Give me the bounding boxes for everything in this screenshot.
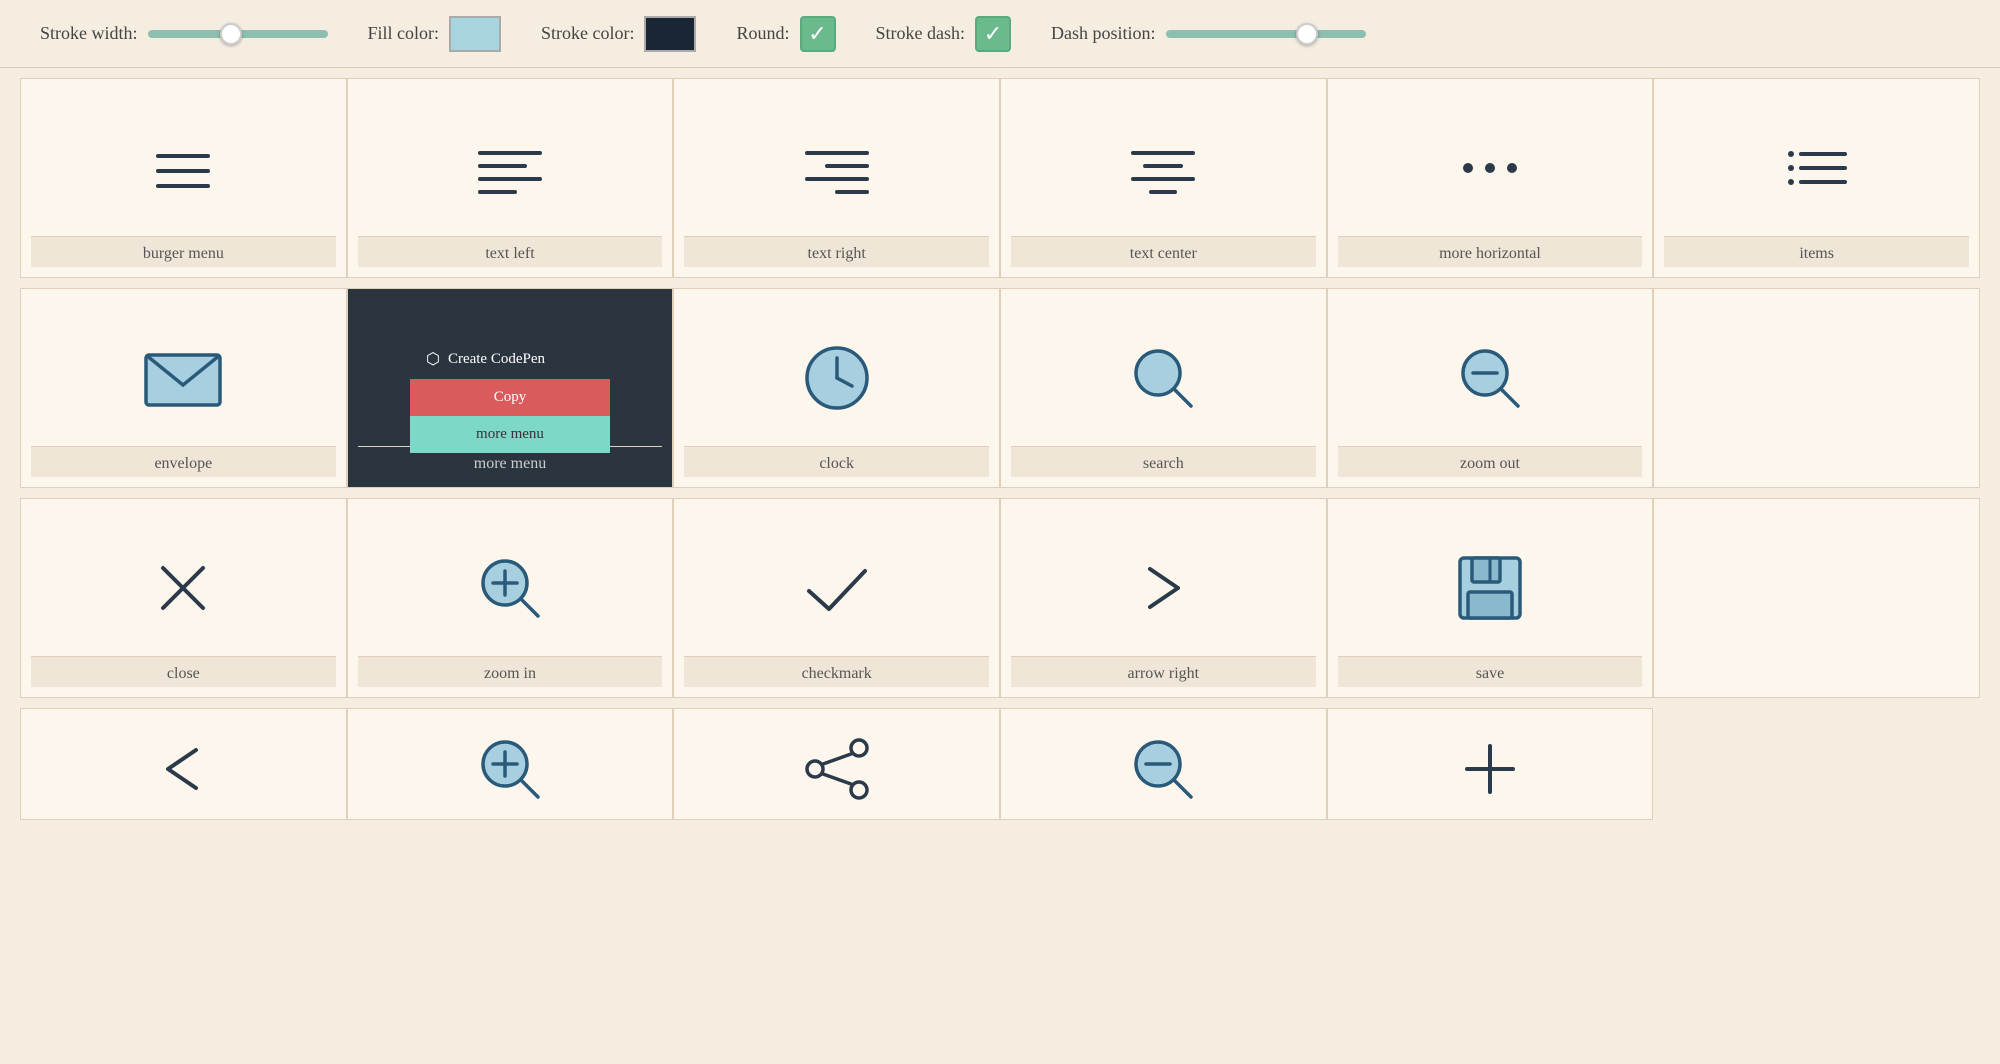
zoom-out-visual xyxy=(1338,309,1643,446)
icon-cell-zoom-out[interactable]: zoom out xyxy=(1327,288,1654,488)
items-label: items xyxy=(1664,236,1969,267)
text-left-visual xyxy=(358,99,663,236)
clock-label: clock xyxy=(684,446,989,477)
codepen-icon: ⬡ xyxy=(426,349,440,369)
icon-cell-arrow-left[interactable] xyxy=(20,708,347,820)
burger-menu-label: burger menu xyxy=(31,236,336,267)
clock-visual xyxy=(684,309,989,446)
icon-grid-row4 xyxy=(0,708,2000,830)
icon-cell-text-left[interactable]: text left xyxy=(347,78,674,278)
icon-grid-row3: close zoom in checkmark arrow ri xyxy=(0,498,2000,708)
create-codepen-label: Create CodePen xyxy=(448,351,545,368)
icon-cell-zoom-out-2[interactable] xyxy=(1000,708,1327,820)
icon-cell-close[interactable]: close xyxy=(20,498,347,698)
search-visual xyxy=(1011,309,1316,446)
share-visual xyxy=(684,729,989,809)
envelope-visual xyxy=(31,309,336,446)
icon-grid-row2: envelope ⬡ Create CodePen Copy more menu… xyxy=(0,288,2000,498)
icon-cell-text-center[interactable]: text center xyxy=(1000,78,1327,278)
stroke-dash-check-icon: ✓ xyxy=(984,23,1002,45)
items-visual xyxy=(1664,99,1969,236)
icon-cell-burger-menu[interactable]: burger menu xyxy=(20,78,347,278)
icon-cell-checkmark[interactable]: checkmark xyxy=(673,498,1000,698)
arrow-right-label: arrow right xyxy=(1011,656,1316,687)
context-menu: ⬡ Create CodePen Copy more menu xyxy=(410,339,610,453)
checkmark-label: checkmark xyxy=(684,656,989,687)
fill-color-control: Fill color: xyxy=(368,16,502,52)
icon-grid-row1: burger menu text left text right xyxy=(0,68,2000,288)
icon-cell-more-menu[interactable]: ⬡ Create CodePen Copy more menu more men… xyxy=(347,288,674,488)
empty-label xyxy=(1664,465,1969,477)
close-visual xyxy=(31,519,336,656)
icon-cell-share[interactable] xyxy=(673,708,1000,820)
icon-cell-text-right[interactable]: text right xyxy=(673,78,1000,278)
zoom-out-label: zoom out xyxy=(1338,446,1643,477)
icon-cell-empty xyxy=(1653,288,1980,488)
arrow-left-visual xyxy=(31,729,336,809)
toolbar: Stroke width: Fill color: Stroke color: … xyxy=(0,0,2000,68)
icon-cell-empty2 xyxy=(1653,498,1980,698)
more-horizontal-visual xyxy=(1338,99,1643,236)
icon-cell-zoom-in[interactable]: zoom in xyxy=(347,498,674,698)
stroke-width-slider[interactable] xyxy=(148,30,328,38)
icon-cell-arrow-right[interactable]: arrow right xyxy=(1000,498,1327,698)
search-label: search xyxy=(1011,446,1316,477)
icon-cell-envelope[interactable]: envelope xyxy=(20,288,347,488)
text-left-label: text left xyxy=(358,236,663,267)
stroke-width-control: Stroke width: xyxy=(40,23,328,44)
stroke-color-box[interactable] xyxy=(644,16,696,52)
arrow-right-visual xyxy=(1011,519,1316,656)
dash-position-control: Dash position: xyxy=(1051,23,1366,44)
icon-cell-more-horizontal[interactable]: more horizontal xyxy=(1327,78,1654,278)
dash-position-slider[interactable] xyxy=(1166,30,1366,38)
fill-color-box[interactable] xyxy=(449,16,501,52)
icon-cell-clock[interactable]: clock xyxy=(673,288,1000,488)
zoom-out-2-visual xyxy=(1011,729,1316,809)
stroke-dash-checkbox[interactable]: ✓ xyxy=(975,16,1011,52)
text-right-visual xyxy=(684,99,989,236)
stroke-color-control: Stroke color: xyxy=(541,16,696,52)
more-horizontal-label: more horizontal xyxy=(1338,236,1643,267)
text-right-label: text right xyxy=(684,236,989,267)
stroke-width-thumb[interactable] xyxy=(220,23,242,45)
icon-cell-save[interactable]: save xyxy=(1327,498,1654,698)
stroke-color-label: Stroke color: xyxy=(541,23,634,44)
zoom-in-label: zoom in xyxy=(358,656,663,687)
burger-menu-visual xyxy=(31,99,336,236)
close-label: close xyxy=(31,656,336,687)
icon-cell-zoom-in-2[interactable] xyxy=(347,708,674,820)
checkmark-visual xyxy=(684,519,989,656)
zoom-in-2-visual xyxy=(358,729,663,809)
icon-cell-search[interactable]: search xyxy=(1000,288,1327,488)
context-menu-copy[interactable]: Copy xyxy=(410,379,610,416)
plus-visual xyxy=(1338,729,1643,809)
icon-cell-plus[interactable] xyxy=(1327,708,1654,820)
round-checkbox[interactable]: ✓ xyxy=(800,16,836,52)
stroke-width-label: Stroke width: xyxy=(40,23,138,44)
text-center-label: text center xyxy=(1011,236,1316,267)
more-menu-label: more menu xyxy=(476,426,544,442)
context-menu-more[interactable]: more menu xyxy=(410,416,610,453)
text-center-visual xyxy=(1011,99,1316,236)
round-check-icon: ✓ xyxy=(808,23,826,45)
stroke-dash-label: Stroke dash: xyxy=(876,23,966,44)
dash-position-label: Dash position: xyxy=(1051,23,1156,44)
round-label: Round: xyxy=(736,23,789,44)
icon-cell-empty3 xyxy=(1653,708,1980,820)
icon-cell-items[interactable]: items xyxy=(1653,78,1980,278)
round-control: Round: ✓ xyxy=(736,16,835,52)
save-visual xyxy=(1338,519,1643,656)
save-label: save xyxy=(1338,656,1643,687)
context-menu-header[interactable]: ⬡ Create CodePen xyxy=(410,339,610,379)
copy-label: Copy xyxy=(494,389,527,405)
stroke-dash-control: Stroke dash: ✓ xyxy=(876,16,1012,52)
zoom-in-visual xyxy=(358,519,663,656)
fill-color-label: Fill color: xyxy=(368,23,440,44)
dash-position-thumb[interactable] xyxy=(1296,23,1318,45)
envelope-label: envelope xyxy=(31,446,336,477)
